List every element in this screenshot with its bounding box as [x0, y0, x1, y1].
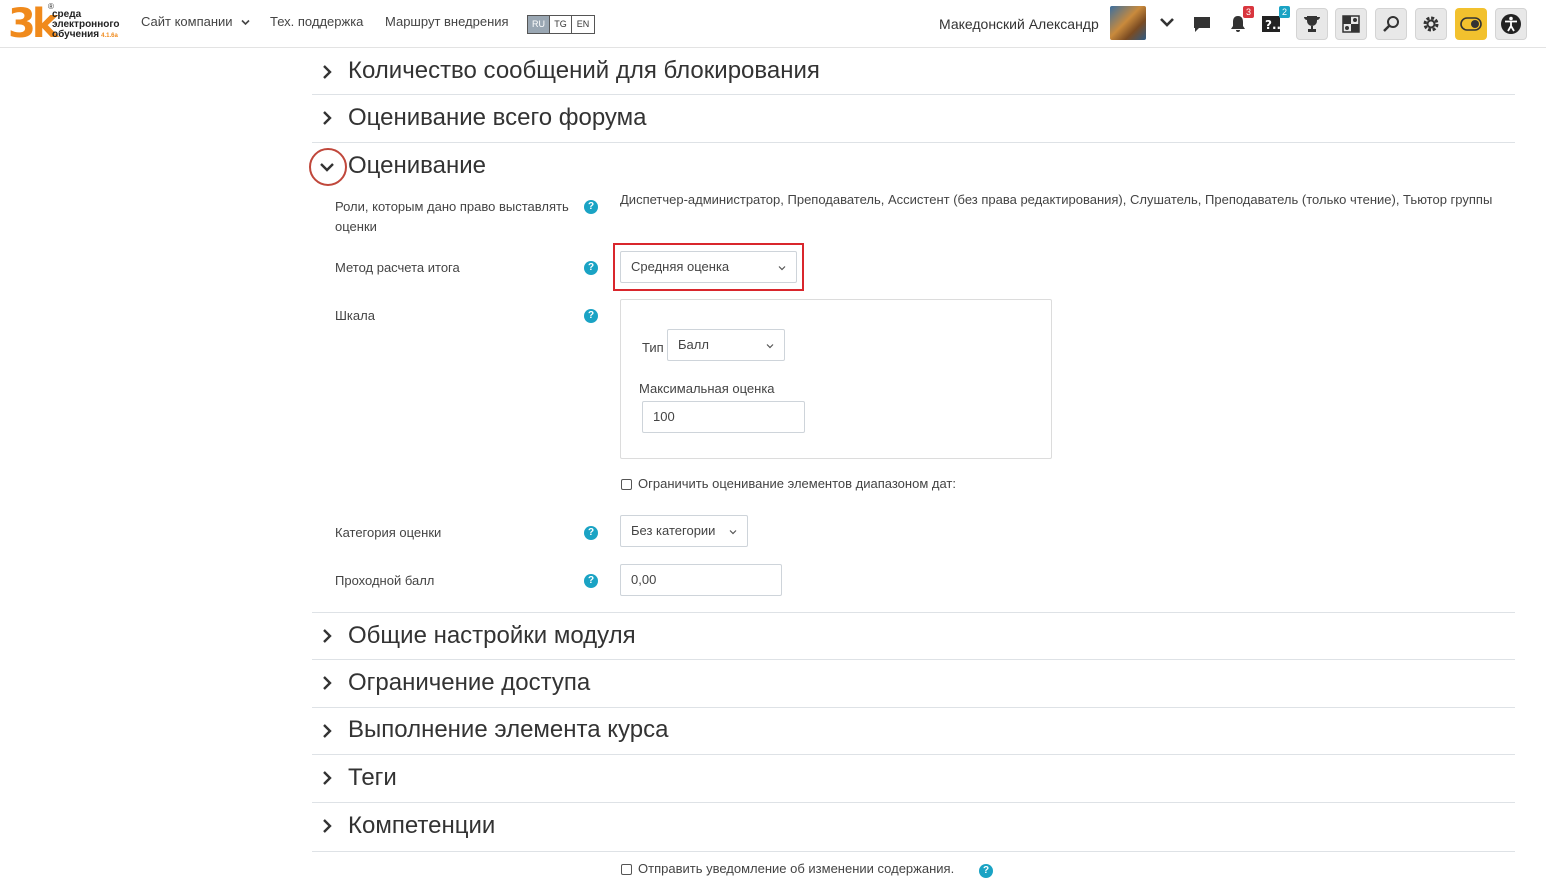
section-title: Компетенции — [348, 812, 496, 839]
notify-checkbox[interactable] — [621, 864, 632, 875]
scale-group — [620, 299, 1052, 459]
category-label: Категория оценки — [335, 525, 442, 540]
questions-badge: 2 — [1279, 6, 1290, 18]
section-tags[interactable]: Теги — [312, 755, 1515, 803]
chevron-right-icon — [323, 724, 332, 738]
chevron-right-icon — [323, 771, 332, 785]
help-icon[interactable]: ? — [584, 200, 598, 214]
chevron-down-icon — [766, 344, 774, 349]
notify-label[interactable]: Отправить уведомление об изменении содер… — [638, 861, 954, 876]
help-icon[interactable]: ? — [584, 261, 598, 275]
avatar[interactable] — [1110, 6, 1146, 40]
category-select[interactable]: Без категории — [620, 515, 748, 547]
search-icon[interactable] — [1375, 8, 1407, 40]
section-title: Теги — [348, 764, 397, 791]
help-icon[interactable]: ? — [979, 864, 993, 878]
language-switcher: RU TG EN — [527, 15, 595, 34]
section-title: Ограничение доступа — [348, 669, 591, 696]
section-grading-title[interactable]: Оценивание — [348, 152, 486, 180]
section-title: Выполнение элемента курса — [348, 716, 669, 743]
roles-value: Диспетчер-администратор, Преподаватель, … — [620, 192, 1493, 207]
section-common-module-settings[interactable]: Общие настройки модуля — [312, 613, 1515, 660]
section-title: Количество сообщений для блокирования — [348, 57, 820, 84]
help-icon[interactable]: ? — [584, 526, 598, 540]
accessibility-icon[interactable] — [1495, 8, 1527, 40]
type-label: Тип — [642, 340, 664, 355]
chevron-right-icon — [323, 819, 332, 833]
aggregate-select-value: Средняя оценка — [631, 259, 730, 274]
chevron-down-icon — [241, 19, 250, 26]
chevron-down-icon[interactable] — [320, 160, 334, 174]
question-icon[interactable]: ?.. 2 — [1258, 6, 1290, 40]
section-access-restriction[interactable]: Ограничение доступа — [312, 660, 1515, 708]
chevron-right-icon — [323, 676, 332, 690]
limit-dates-label[interactable]: Ограничить оценивание элементов диапазон… — [638, 476, 956, 491]
site-logo[interactable]: 3k ® среда электронного обучения 4.1.6a — [6, 2, 126, 46]
scale-label: Шкала — [335, 308, 375, 323]
bell-icon[interactable]: 3 — [1222, 6, 1254, 40]
pass-grade-label: Проходной балл — [335, 573, 435, 588]
trophy-icon[interactable] — [1296, 8, 1328, 40]
section-whole-forum-grading[interactable]: Оценивание всего форума — [312, 95, 1515, 143]
chevron-right-icon — [323, 111, 332, 125]
toggle-icon[interactable] — [1455, 8, 1487, 40]
nav-company-site-label: Сайт компании — [141, 14, 233, 29]
chevron-right-icon — [323, 629, 332, 643]
aggregate-label: Метод расчета итога — [335, 260, 460, 275]
nav-tech-support[interactable]: Тех. поддержка — [270, 14, 363, 29]
section-title: Оценивание всего форума — [348, 104, 647, 131]
logo-version: 4.1.6a — [101, 33, 118, 39]
chevron-down-icon[interactable] — [1157, 12, 1177, 32]
lang-ru[interactable]: RU — [528, 16, 550, 33]
roles-label: Роли, которым дано право выставлять оцен… — [335, 199, 569, 234]
pass-grade-input[interactable]: 0,00 — [620, 564, 782, 596]
help-icon[interactable]: ? — [584, 309, 598, 323]
limit-dates-checkbox[interactable] — [621, 479, 632, 490]
section-posts-block[interactable]: Количество сообщений для блокирования — [312, 49, 1515, 95]
chevron-right-icon — [323, 65, 332, 79]
chevron-down-icon — [729, 530, 737, 535]
type-select[interactable]: Балл — [667, 329, 785, 361]
nav-implementation-route[interactable]: Маршрут внедрения — [385, 14, 509, 29]
chess-icon[interactable] — [1335, 8, 1367, 40]
max-grade-input[interactable]: 100 — [642, 401, 805, 433]
type-select-value: Балл — [678, 337, 709, 352]
max-grade-label: Максимальная оценка — [639, 381, 775, 396]
user-name[interactable]: Македонский Александр — [939, 16, 1099, 32]
gear-icon[interactable] — [1415, 8, 1447, 40]
aggregate-select[interactable]: Средняя оценка — [620, 251, 797, 283]
category-select-value: Без категории — [631, 523, 716, 538]
nav-company-site[interactable]: Сайт компании — [141, 14, 250, 29]
section-title: Общие настройки модуля — [348, 622, 636, 649]
svg-text:?..: ?.. — [1265, 18, 1281, 32]
chat-icon[interactable] — [1186, 8, 1218, 40]
notifications-badge: 3 — [1243, 6, 1254, 18]
logo-text: среда электронного обучения 4.1.6a — [52, 10, 120, 41]
logo-line-3: обучения — [52, 29, 100, 40]
help-icon[interactable]: ? — [584, 574, 598, 588]
lang-en[interactable]: EN — [572, 16, 594, 33]
top-navbar: 3k ® среда электронного обучения 4.1.6a С… — [0, 0, 1546, 48]
section-competencies[interactable]: Компетенции — [312, 803, 1515, 852]
section-activity-completion[interactable]: Выполнение элемента курса — [312, 708, 1515, 755]
lang-tg[interactable]: TG — [550, 16, 572, 33]
chevron-down-icon — [778, 266, 786, 271]
